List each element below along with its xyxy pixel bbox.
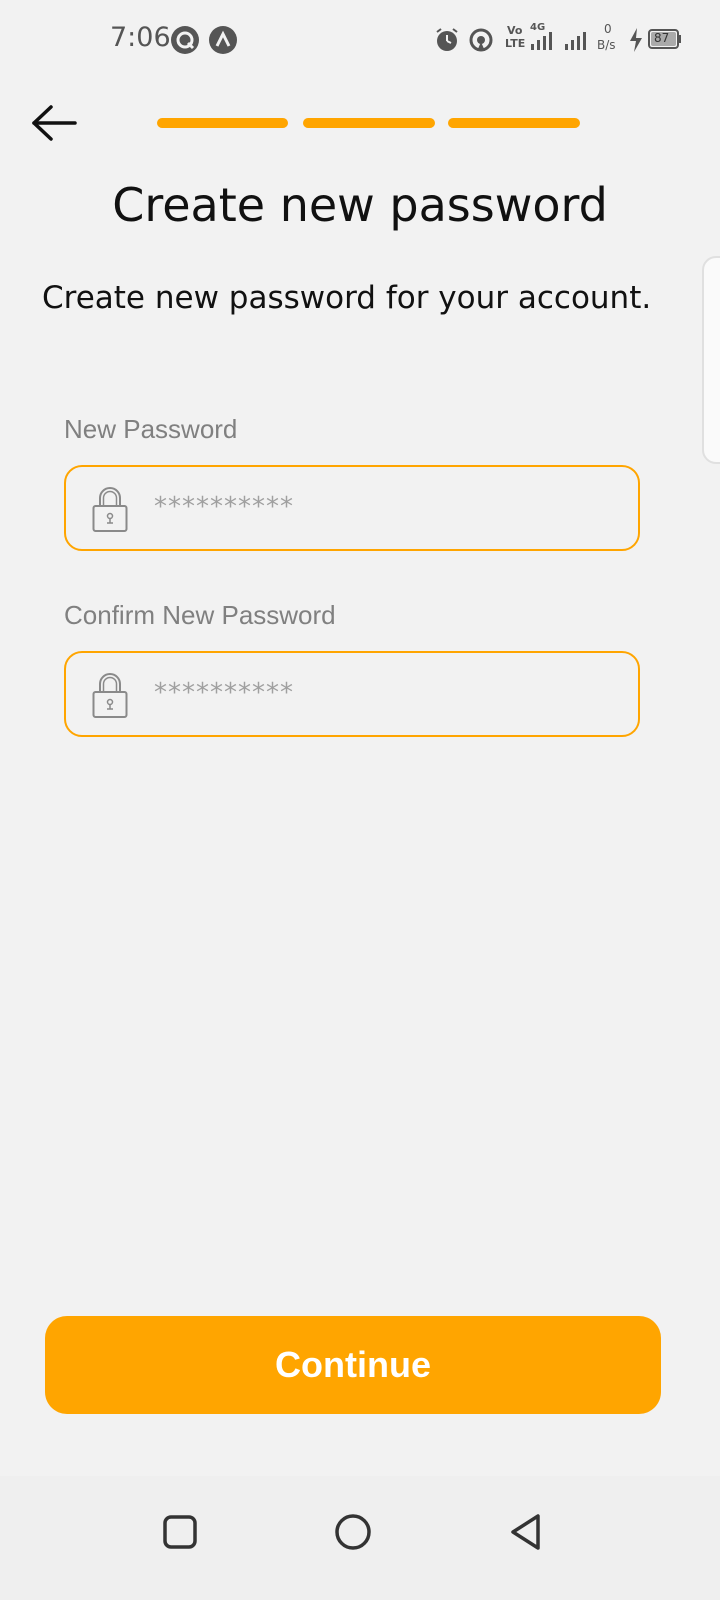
new-password-label: New Password xyxy=(64,414,238,444)
lock-icon xyxy=(92,671,128,723)
circle-icon xyxy=(335,1514,371,1550)
continue-button[interactable]: Continue xyxy=(45,1316,661,1414)
battery-level: 87 xyxy=(654,31,670,45)
lock-icon xyxy=(92,485,128,537)
page-subtitle: Create new password for your account. xyxy=(42,280,652,316)
app-q-icon xyxy=(170,25,200,59)
signal-2-icon xyxy=(564,32,590,54)
system-nav-bar xyxy=(0,1476,720,1600)
battery-icon: 87 xyxy=(648,29,682,49)
net-speed-unit: B/s xyxy=(597,38,616,52)
confirm-password-label: Confirm New Password xyxy=(64,600,336,630)
progress-step-3 xyxy=(448,118,580,128)
side-panel-handle[interactable] xyxy=(702,256,720,464)
nav-back-button[interactable] xyxy=(496,1502,556,1562)
charging-icon xyxy=(628,28,644,56)
page-title: Create new password xyxy=(112,178,608,232)
confirm-password-field[interactable]: ********** xyxy=(64,651,640,737)
volte-top-label: Vo xyxy=(507,24,523,37)
nav-recent-button[interactable] xyxy=(150,1502,210,1562)
new-password-field[interactable]: ********** xyxy=(64,465,640,551)
progress-step-1 xyxy=(157,118,288,128)
confirm-password-value: ********** xyxy=(154,678,294,708)
status-bar: 7:06 Vo LTE 4G 0 B/s 87 xyxy=(0,0,720,80)
status-time: 7:06 xyxy=(110,22,171,53)
app-a-icon xyxy=(208,25,238,59)
hotspot-icon xyxy=(468,27,494,57)
progress-step-2 xyxy=(303,118,435,128)
screen: 7:06 Vo LTE 4G 0 B/s 87 Create new passw… xyxy=(0,0,720,1600)
net-speed-value: 0 xyxy=(604,22,612,36)
signal-1-icon xyxy=(530,32,556,54)
volte-bottom-label: LTE xyxy=(505,37,526,50)
alarm-icon xyxy=(434,27,460,57)
new-password-value: ********** xyxy=(154,492,294,522)
square-icon xyxy=(163,1515,197,1549)
arrow-left-icon xyxy=(32,105,77,141)
back-button[interactable] xyxy=(26,98,82,148)
nav-home-button[interactable] xyxy=(323,1502,383,1562)
triangle-back-icon xyxy=(511,1514,540,1550)
